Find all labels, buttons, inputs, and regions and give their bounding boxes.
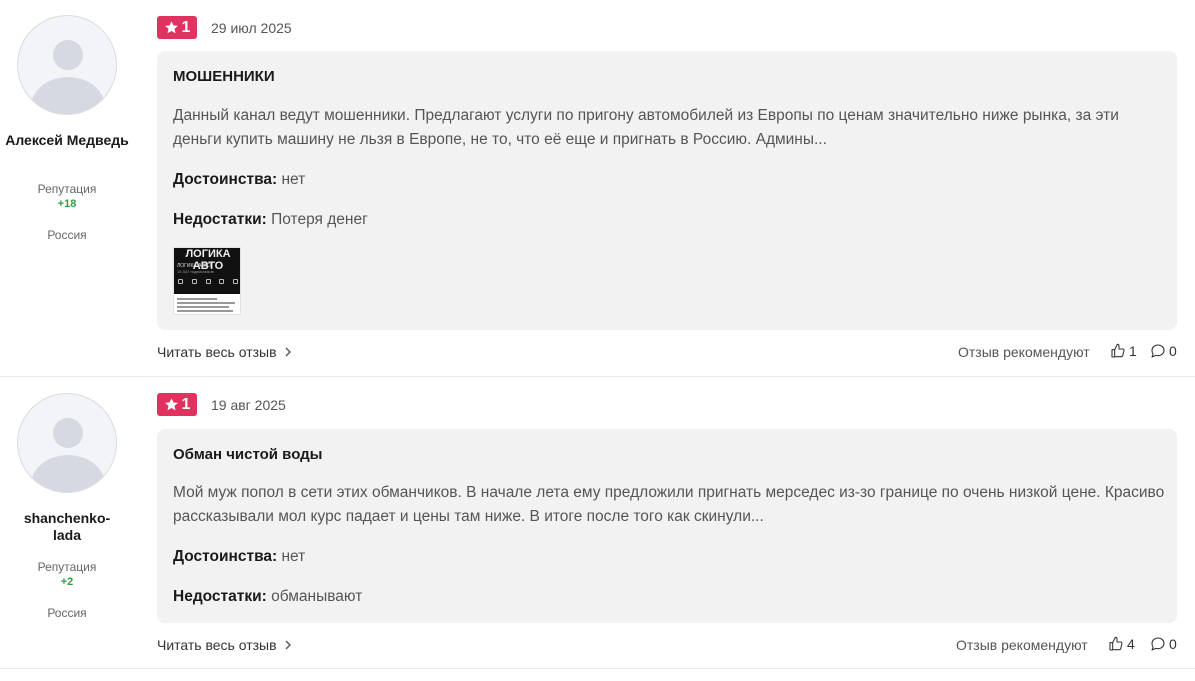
comment-count: 0	[1169, 636, 1177, 652]
avatar[interactable]	[17, 393, 117, 493]
review-cons: Недостатки: Потеря денег	[173, 211, 368, 229]
pros-value: нет	[281, 171, 306, 188]
author-name[interactable]: Алексей Медведь	[0, 132, 134, 149]
reputation-label: Репутация	[37, 560, 97, 574]
author-country: Россия	[47, 606, 87, 620]
read-more-label: Читать весь отзыв	[157, 637, 277, 653]
recommend-label: Отзыв рекомендуют	[958, 344, 1090, 360]
read-more-link[interactable]: Читать весь отзыв	[157, 344, 293, 360]
like-button[interactable]: 1	[1110, 343, 1137, 359]
star-icon	[164, 398, 178, 411]
chevron-right-icon	[285, 640, 291, 650]
read-more-label: Читать весь отзыв	[157, 344, 277, 360]
thumbs-up-icon	[1109, 636, 1123, 651]
thumbs-up-icon	[1111, 343, 1125, 358]
cons-label: Недостатки:	[173, 588, 267, 605]
recommend-label: Отзыв рекомендуют	[956, 637, 1088, 653]
review-text[interactable]: Данный канал ведут мошенники. Предлагают…	[173, 104, 1168, 152]
pros-value: нет	[281, 548, 306, 565]
pros-label: Достоинства:	[173, 171, 278, 188]
avatar-head-icon	[53, 40, 83, 70]
author-name[interactable]: shanchenko-lada	[0, 510, 134, 544]
avatar-body-icon	[31, 77, 105, 114]
review-text[interactable]: Мой муж попол в сети этих обманчиков. В …	[173, 481, 1168, 529]
thumbnail-subscribers: 15 347 подписчиков	[177, 269, 214, 274]
cons-value: Потеря денег	[271, 211, 368, 228]
rating-value: 1	[181, 395, 191, 413]
avatar-head-icon	[53, 418, 83, 448]
rating-badge: 1	[157, 16, 197, 39]
reputation-value: +2	[60, 576, 74, 588]
review-date: 19 авг 2025	[211, 397, 286, 413]
comment-icon	[1151, 637, 1165, 651]
comments-button[interactable]: 0	[1150, 343, 1177, 359]
cons-value: обманывают	[271, 588, 363, 605]
review-date: 29 июл 2025	[211, 20, 292, 36]
avatar[interactable]	[17, 15, 117, 115]
review-item: Алексей Медведь Репутация +18 Россия 1 2…	[0, 0, 1195, 377]
rating-value: 1	[181, 18, 191, 36]
review-card: МОШЕННИКИ Данный канал ведут мошенники. …	[157, 51, 1177, 330]
review-item: shanchenko-lada Репутация +2 Россия 1 19…	[0, 377, 1195, 669]
comment-icon	[1151, 344, 1165, 358]
like-count: 4	[1127, 636, 1135, 652]
review-cons: Недостатки: обманывают	[173, 588, 362, 606]
review-title[interactable]: Обман чистой воды	[173, 446, 323, 463]
review-card: Обман чистой воды Мой муж попол в сети э…	[157, 429, 1177, 623]
like-button[interactable]: 4	[1108, 636, 1135, 652]
review-pros: Достоинства: нет	[173, 171, 305, 189]
avatar-body-icon	[31, 455, 105, 492]
cons-label: Недостатки:	[173, 211, 267, 228]
reputation-label: Репутация	[37, 182, 97, 196]
like-count: 1	[1129, 343, 1137, 359]
comment-count: 0	[1169, 343, 1177, 359]
rating-badge: 1	[157, 393, 197, 416]
chevron-right-icon	[285, 347, 291, 357]
author-country: Россия	[47, 228, 87, 242]
thumbnail-icons	[178, 279, 238, 284]
review-title[interactable]: МОШЕННИКИ	[173, 68, 275, 85]
thumbnail-text-lines	[177, 298, 237, 314]
reputation-value: +18	[57, 198, 77, 210]
review-pros: Достоинства: нет	[173, 548, 305, 566]
comments-button[interactable]: 0	[1150, 636, 1177, 652]
review-image-thumbnail[interactable]: ЛОГИКА АВТО ЛОГИКА АВТО 15 347 подписчик…	[173, 247, 241, 315]
star-icon	[164, 21, 178, 34]
pros-label: Достоинства:	[173, 548, 278, 565]
read-more-link[interactable]: Читать весь отзыв	[157, 637, 293, 653]
